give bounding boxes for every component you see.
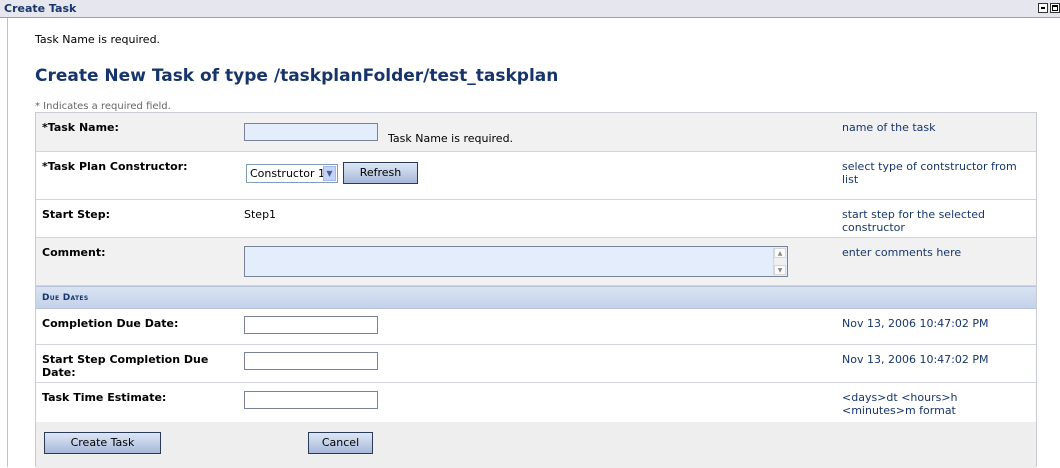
time-estimate-row: Task Time Estimate: <days>dt <hours>h <m…	[36, 383, 1036, 422]
start-step-due-input[interactable]	[244, 352, 378, 370]
comment-help: enter comments here	[842, 246, 962, 259]
task-name-help: name of the task	[842, 121, 936, 134]
constructor-label: *Task Plan Constructor:	[42, 160, 188, 173]
comment-label: Comment:	[42, 246, 106, 259]
required-field-note: * Indicates a required field.	[35, 101, 171, 112]
constructor-help: select type of contstructor from list	[842, 160, 1017, 186]
task-name-error: Task Name is required.	[388, 132, 514, 145]
due-dates-header-label: Due Dates	[42, 293, 89, 303]
completion-due-row: Completion Due Date: Nov 13, 2006 10:47:…	[36, 309, 1036, 345]
start-step-due-row: Start Step Completion Due Date: Nov 13, …	[36, 345, 1036, 383]
comment-scrollbar[interactable]: ▲ ▼	[773, 248, 786, 275]
chevron-down-icon[interactable]: ▼	[323, 166, 336, 181]
completion-due-input[interactable]	[244, 316, 378, 334]
time-estimate-help: <days>dt <hours>h <minutes>m format	[842, 391, 958, 417]
maximize-icon[interactable]	[1050, 3, 1060, 13]
constructor-row: *Task Plan Constructor: Constructor 1 ▼ …	[36, 152, 1036, 200]
create-task-form: *Task Name: Task Name is required. name …	[35, 112, 1037, 468]
task-name-row: *Task Name: Task Name is required. name …	[36, 113, 1036, 152]
window-controls	[1038, 3, 1060, 13]
start-step-row: Start Step: Step1 start step for the sel…	[36, 200, 1036, 238]
form-button-bar: Create Task Cancel	[36, 422, 1036, 468]
completion-due-help: Nov 13, 2006 10:47:02 PM	[842, 317, 989, 330]
cancel-button[interactable]: Cancel	[308, 432, 373, 454]
window-title: Create Task	[4, 2, 77, 15]
create-task-button[interactable]: Create Task	[44, 432, 161, 454]
comment-row: Comment: ▲ ▼ enter comments here	[36, 238, 1036, 286]
window-titlebar: Create Task	[0, 0, 1060, 18]
scroll-up-icon[interactable]: ▲	[774, 248, 786, 258]
constructor-selected-value: Constructor 1	[250, 167, 326, 180]
start-step-help: start step for the selected constructor	[842, 208, 986, 234]
start-step-label: Start Step:	[42, 208, 111, 221]
start-step-due-label: Start Step Completion Due Date:	[42, 353, 209, 379]
time-estimate-input[interactable]	[244, 391, 378, 409]
page-title: Create New Task of type /taskplanFolder/…	[35, 66, 559, 86]
panel-left-border	[7, 18, 8, 467]
scroll-down-icon[interactable]: ▼	[774, 265, 786, 275]
constructor-select[interactable]: Constructor 1 ▼	[246, 164, 338, 183]
error-message: Task Name is required.	[35, 33, 161, 46]
completion-due-label: Completion Due Date:	[42, 317, 179, 330]
task-name-label: *Task Name:	[42, 121, 119, 134]
start-step-value: Step1	[244, 208, 277, 221]
start-step-due-help: Nov 13, 2006 10:47:02 PM	[842, 353, 989, 366]
comment-textarea[interactable]: ▲ ▼	[244, 246, 788, 277]
time-estimate-label: Task Time Estimate:	[42, 391, 167, 404]
refresh-button[interactable]: Refresh	[343, 162, 418, 184]
task-name-input[interactable]	[244, 123, 378, 141]
minimize-icon[interactable]	[1038, 3, 1048, 13]
due-dates-section-header: Due Dates	[36, 286, 1036, 309]
